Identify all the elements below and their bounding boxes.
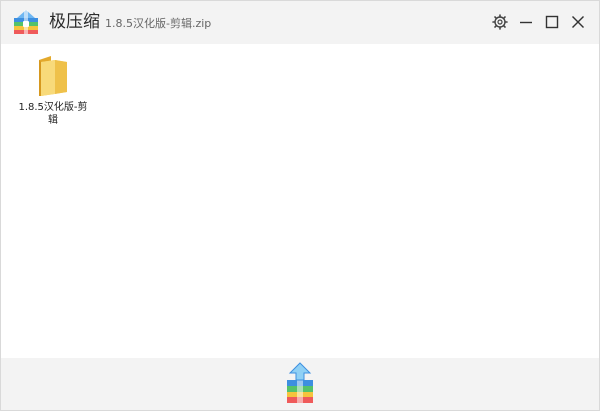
maximize-button[interactable] bbox=[543, 13, 561, 31]
extract-icon bbox=[287, 362, 313, 403]
title-bar: 极压缩 1.8.5汉化版-剪辑.zip bbox=[1, 1, 599, 44]
app-title: 极压缩 bbox=[49, 12, 100, 32]
folder-icon bbox=[39, 56, 67, 96]
folder-name: 1.8.5汉化版-剪辑 bbox=[18, 102, 88, 126]
folder-item[interactable]: 1.8.5汉化版-剪辑 bbox=[15, 54, 91, 127]
file-list-area: 1.8.5汉化版-剪辑 bbox=[1, 44, 599, 358]
minimize-button[interactable] bbox=[517, 13, 535, 31]
minimize-icon bbox=[520, 21, 532, 24]
settings-button[interactable] bbox=[491, 13, 509, 31]
app-window: 极压缩 1.8.5汉化版-剪辑.zip 1.8.5汉化版-剪辑 bbox=[0, 0, 600, 411]
extract-button[interactable] bbox=[284, 362, 316, 404]
close-button[interactable] bbox=[569, 13, 587, 31]
bottom-bar bbox=[1, 358, 599, 410]
app-logo-icon bbox=[13, 9, 39, 35]
archive-file-name: 1.8.5汉化版-剪辑.zip bbox=[105, 17, 212, 30]
maximize-icon bbox=[545, 15, 559, 29]
gear-icon bbox=[492, 14, 508, 30]
close-icon bbox=[572, 16, 584, 28]
